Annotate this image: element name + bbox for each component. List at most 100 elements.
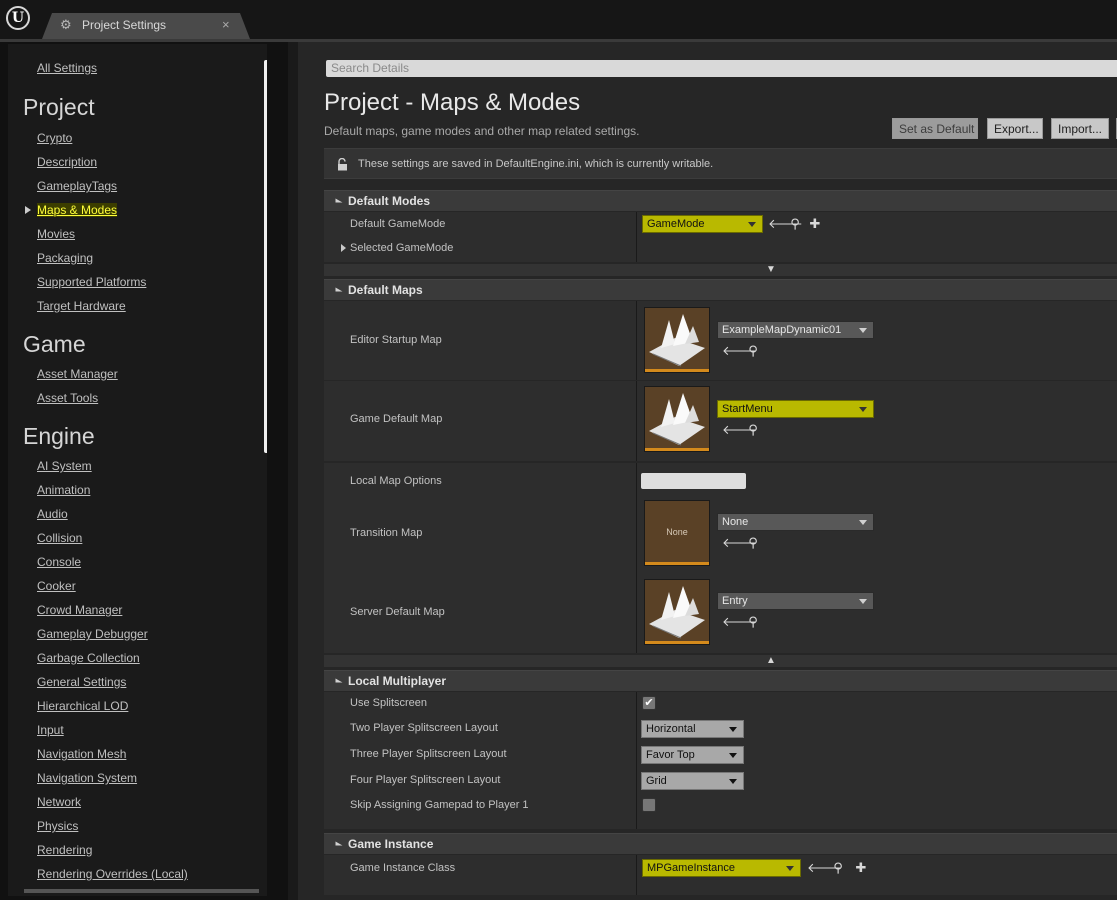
sidebar-item-rendering[interactable]: Rendering [37,843,92,857]
column-divider [636,212,637,262]
editor-startup-map-combo[interactable]: ExampleMapDynamic01 [717,321,874,339]
use-selected-arrow-icon[interactable]: 🡐 [722,423,757,437]
sidebar-item-garbage-collection[interactable]: Garbage Collection [37,651,140,665]
tab-title: Project Settings [82,18,167,32]
sidebar-item-maps-modes[interactable]: Maps & Modes [37,203,118,217]
sidebar-item-input[interactable]: Input [37,723,64,737]
sidebar-item-crypto[interactable]: Crypto [37,131,72,145]
use-selected-arrow-icon[interactable]: 🡐 [807,861,842,875]
skip-gamepad-checkbox[interactable] [642,798,656,812]
map-thumbnail[interactable] [644,579,710,645]
sidebar-item-navigation-mesh[interactable]: Navigation Mesh [37,747,126,761]
tab-project-settings[interactable]: ⚙ Project Settings × [42,13,250,39]
unlocked-lock-icon [338,158,347,171]
browse-search-icon[interactable]: ⚲ [746,423,760,437]
sidebar-item-target-hardware[interactable]: Target Hardware [37,299,126,313]
writable-message: These settings are saved in DefaultEngin… [358,158,714,170]
local-map-options-label: Local Map Options [350,475,442,487]
advanced-expand-bar[interactable]: ▼ [324,264,1117,276]
browse-search-icon[interactable]: ⚲ [746,615,760,629]
server-default-map-combo[interactable]: Entry [717,592,874,610]
server-default-map-label: Server Default Map [350,606,445,618]
close-tab-icon[interactable]: × [222,17,230,32]
asset-color-bar [645,641,709,644]
sidebar-item-ai-system[interactable]: AI System [37,459,92,473]
map-thumbnail-empty[interactable]: None [644,500,710,566]
game-instance-class-combo[interactable]: MPGameInstance [642,859,801,877]
sidebar-horizontal-scrollbar[interactable] [24,889,259,893]
chevron-down-icon [859,520,867,525]
transition-map-combo[interactable]: None [717,513,874,531]
category-game-instance[interactable]: Game Instance [324,833,1117,854]
collapse-triangle-icon [335,678,343,683]
four-player-layout-select[interactable]: Grid [641,772,744,790]
combo-value: StartMenu [722,403,773,415]
sidebar-item-asset-manager[interactable]: Asset Manager [37,367,118,381]
map-thumbnail[interactable] [644,307,710,373]
category-default-modes[interactable]: Default Modes [324,190,1117,211]
sidebar-item-cooker[interactable]: Cooker [37,579,76,593]
default-modes-rows: Default GameMode GameMode 🡐 ⚲ ✚ Selected… [324,212,1117,262]
browse-search-icon[interactable]: ⚲ [788,217,802,231]
browse-search-icon[interactable]: ⚲ [746,344,760,358]
use-splitscreen-label: Use Splitscreen [350,697,428,709]
category-local-multiplayer[interactable]: Local Multiplayer [324,670,1117,691]
browse-search-icon[interactable]: ⚲ [746,536,760,550]
default-gamemode-combo[interactable]: GameMode [642,215,763,233]
map-thumbnail[interactable] [644,386,710,452]
local-map-options-input[interactable] [641,473,746,489]
column-divider [636,301,637,461]
game-instance-class-label: Game Instance Class [350,862,456,874]
sidebar-item-hierarchical-lod[interactable]: Hierarchical LOD [37,699,128,713]
sidebar-item-crowd-manager[interactable]: Crowd Manager [37,603,122,617]
collapse-triangle-icon [335,841,343,846]
sidebar-item-gameplaytags[interactable]: GameplayTags [37,179,117,193]
category-default-maps[interactable]: Default Maps [324,279,1117,300]
sidebar-item-description[interactable]: Description [37,155,97,169]
use-selected-arrow-icon[interactable]: 🡐 [768,217,803,231]
panel-splitter[interactable] [288,42,298,900]
sidebar-item-all-settings[interactable]: All Settings [37,61,97,75]
sidebar-item-rendering-overrides[interactable]: Rendering Overrides (Local) [37,867,188,881]
sidebar-item-audio[interactable]: Audio [37,507,68,521]
chevron-down-icon [729,727,737,732]
sidebar-item-gameplay-debugger[interactable]: Gameplay Debugger [37,627,148,641]
skip-gamepad-label: Skip Assigning Gamepad to Player 1 [350,799,529,811]
sidebar-scrollbar[interactable] [264,60,267,453]
sidebar-item-physics[interactable]: Physics [37,819,78,833]
combo-value: GameMode [647,218,705,230]
column-divider [636,692,637,829]
sidebar-item-navigation-system[interactable]: Navigation System [37,771,137,785]
use-selected-arrow-icon[interactable]: 🡐 [722,344,757,358]
sidebar-item-console[interactable]: Console [37,555,81,569]
expand-triangle-icon[interactable] [341,244,346,252]
add-plus-icon[interactable]: ✚ [808,217,822,231]
sidebar-item-asset-tools[interactable]: Asset Tools [37,391,98,405]
use-splitscreen-checkbox[interactable]: ✔ [642,696,656,710]
search-details-input[interactable]: Search Details [326,60,1117,77]
two-player-layout-select[interactable]: Horizontal [641,720,744,738]
use-selected-arrow-icon[interactable]: 🡐 [722,536,757,550]
sidebar-item-animation[interactable]: Animation [37,483,90,497]
asset-color-bar [645,369,709,372]
sidebar-item-supported-platforms[interactable]: Supported Platforms [37,275,146,289]
sidebar-item-packaging[interactable]: Packaging [37,251,93,265]
set-as-default-button[interactable]: Set as Default [892,118,978,139]
three-player-layout-select[interactable]: Favor Top [641,746,744,764]
use-selected-arrow-icon[interactable]: 🡐 [722,615,757,629]
sidebar-item-network[interactable]: Network [37,795,81,809]
collapse-up-icon: ▲ [766,655,776,666]
import-button[interactable]: Import... [1051,118,1109,139]
selected-arrow-icon [25,206,31,214]
browse-search-icon[interactable]: ⚲ [831,861,845,875]
add-plus-icon[interactable]: ✚ [854,861,868,875]
game-default-map-combo[interactable]: StartMenu [717,400,874,418]
advanced-collapse-bar[interactable]: ▲ [324,655,1117,667]
export-button[interactable]: Export... [987,118,1043,139]
settings-sidebar: All Settings Project Crypto Description … [8,44,267,896]
sidebar-item-movies[interactable]: Movies [37,227,75,241]
game-instance-rows: Game Instance Class MPGameInstance 🡐 ⚲ ✚ [324,855,1117,895]
sidebar-item-collision[interactable]: Collision [37,531,82,545]
select-value: Favor Top [646,749,695,761]
sidebar-item-general-settings[interactable]: General Settings [37,675,126,689]
